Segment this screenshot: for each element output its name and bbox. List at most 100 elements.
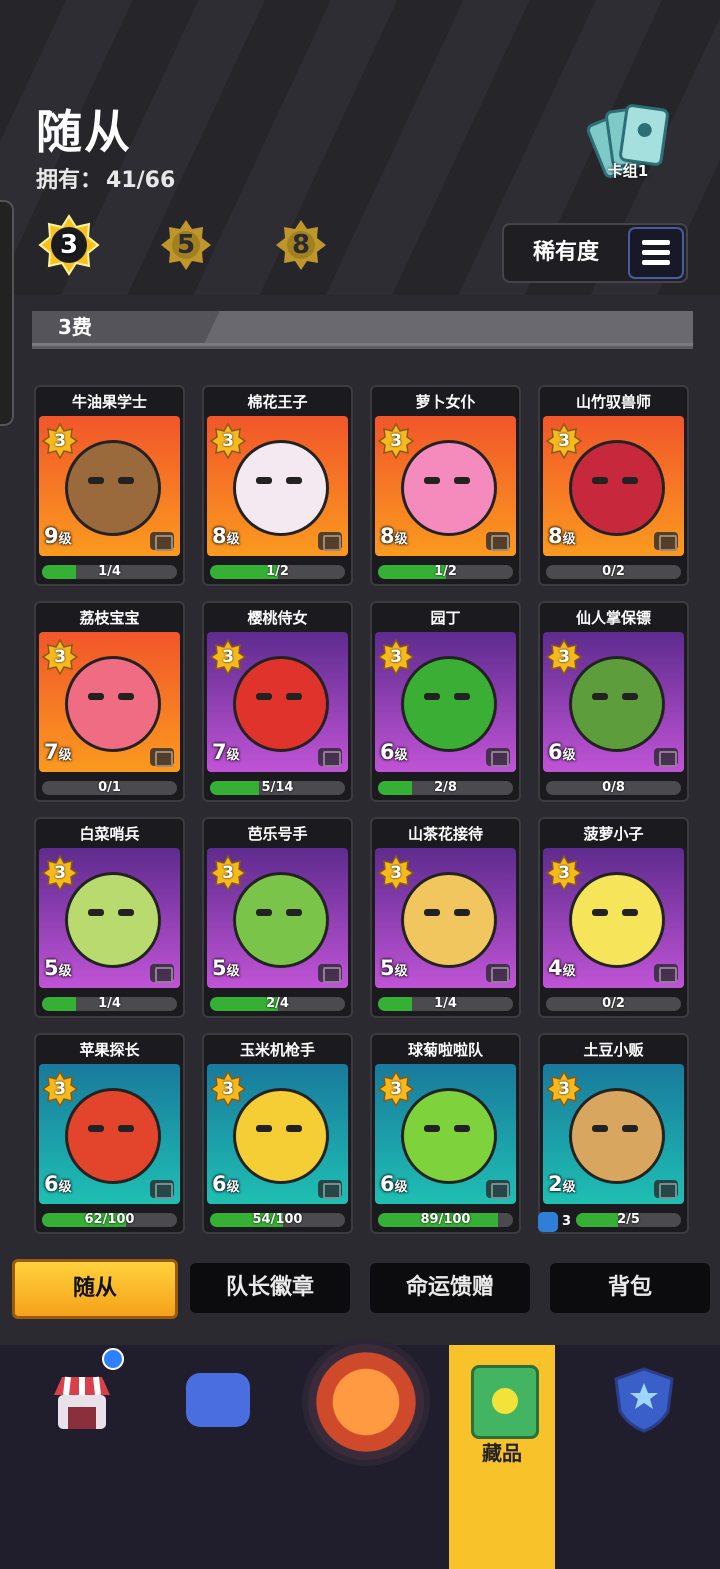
battle-glove-icon[interactable] [302, 1338, 430, 1466]
progress-text: 2/8 [434, 781, 457, 795]
card-name: 山竹驭兽师 [575, 393, 651, 411]
card-cost: 3 [54, 431, 66, 451]
card-stack-icon [318, 1180, 342, 1199]
character-portrait [569, 656, 665, 752]
nav-play[interactable] [148, 1345, 288, 1569]
follower-card[interactable]: 仙人掌保镖 3 6级 0/8 [538, 601, 689, 802]
card-art: 3 5级 [207, 848, 348, 988]
notification-dot [102, 1348, 124, 1370]
duplicate-icon [538, 1212, 558, 1232]
deck-button[interactable]: 卡组1 [584, 100, 670, 184]
section-title: 3费 [58, 315, 92, 339]
tab-backpack[interactable]: 背包 [550, 1263, 710, 1313]
card-art: 3 7级 [207, 632, 348, 772]
card-name: 牛油果学士 [71, 393, 147, 411]
progress-text: 1/4 [434, 997, 457, 1011]
follower-card[interactable]: 白菜哨兵 3 5级 1/4 [34, 817, 185, 1018]
follower-card[interactable]: 菠萝小子 3 4级 0/2 [538, 817, 689, 1018]
progress-text: 1/2 [434, 565, 457, 579]
follower-card[interactable]: 樱桃侍女 3 7级 5/14 [202, 601, 353, 802]
cost-star-icon: 3 [377, 638, 415, 676]
owned-count: 拥有： 41/66 [36, 162, 175, 194]
card-level: 6级 [548, 740, 576, 764]
card-level: 2级 [548, 1172, 576, 1196]
follower-card[interactable]: 球菊啦啦队 3 6级 89/100 [370, 1033, 521, 1234]
cost-star-icon: 3 [377, 1070, 415, 1108]
card-cost: 3 [390, 647, 402, 667]
follower-card[interactable]: 苹果探长 3 6级 62/100 [34, 1033, 185, 1234]
cost-filter-5[interactable]: 5 [155, 214, 217, 276]
section-divider [32, 346, 693, 349]
card-name: 荔枝宝宝 [79, 609, 140, 627]
card-progress-bar: 0/2 [546, 997, 681, 1011]
side-drawer-handle[interactable] [0, 200, 14, 426]
card-name: 山茶花接待 [407, 825, 483, 843]
cost-star-icon: 3 [545, 638, 583, 676]
follower-card[interactable]: 芭乐号手 3 5级 2/4 [202, 817, 353, 1018]
card-level: 6级 [212, 1172, 240, 1196]
cost-filter-label: 8 [291, 230, 311, 260]
card-progress-bar: 1/4 [42, 997, 177, 1011]
card-level: 5级 [380, 956, 408, 980]
card-stack-icon [318, 748, 342, 767]
card-art: 3 4级 [543, 848, 684, 988]
character-portrait [233, 872, 329, 968]
card-art: 3 6级 [375, 1064, 516, 1204]
card-name: 玉米机枪手 [239, 1041, 315, 1059]
collection-book-icon [471, 1365, 539, 1439]
follower-card[interactable]: 土豆小贩 3 2级 3 2/5 [538, 1033, 689, 1234]
card-art: 3 9级 [39, 416, 180, 556]
progress-text: 2/5 [617, 1213, 640, 1227]
tab-followers[interactable]: 随从 [12, 1259, 178, 1319]
nav-collection[interactable]: 藏品 [449, 1345, 555, 1569]
card-art: 3 6级 [39, 1064, 180, 1204]
tab-captain-badge[interactable]: 队长徽章 [190, 1263, 350, 1313]
card-cost: 3 [54, 1079, 66, 1099]
card-art: 3 5级 [375, 848, 516, 988]
tab-fate-gift[interactable]: 命运馈赠 [370, 1263, 530, 1313]
cost-star-icon: 3 [377, 854, 415, 892]
card-art: 3 6级 [543, 632, 684, 772]
nav-shop[interactable] [6, 1345, 146, 1569]
follower-card[interactable]: 玉米机枪手 3 6级 54/100 [202, 1033, 353, 1234]
progress-text: 54/100 [252, 1213, 303, 1227]
follower-card[interactable]: 萝卜女仆 3 8级 1/2 [370, 385, 521, 586]
card-cost: 3 [222, 1079, 234, 1099]
follower-card[interactable]: 牛油果学士 3 9级 1/4 [34, 385, 185, 586]
card-name: 萝卜女仆 [415, 393, 476, 411]
follower-card[interactable]: 棉花王子 3 8级 1/2 [202, 385, 353, 586]
cost-star-icon: 3 [41, 854, 79, 892]
section-header: 3费 [32, 311, 693, 346]
card-name: 土豆小贩 [583, 1041, 644, 1059]
follower-card[interactable]: 山茶花接待 3 5级 1/4 [370, 817, 521, 1018]
sort-label: 稀有度 [532, 240, 599, 265]
card-art: 3 8级 [543, 416, 684, 556]
card-level: 8级 [548, 524, 576, 548]
card-stack-icon [318, 964, 342, 983]
follower-card[interactable]: 园丁 3 6级 2/8 [370, 601, 521, 802]
card-art: 3 6级 [207, 1064, 348, 1204]
progress-text: 0/2 [602, 997, 625, 1011]
sort-dropdown[interactable]: 稀有度 [502, 223, 688, 283]
progress-text: 1/4 [98, 565, 121, 579]
card-stack-icon [150, 748, 174, 767]
duplicate-count: 3 [562, 1214, 572, 1229]
card-cost: 3 [222, 863, 234, 883]
cost-star-icon: 3 [209, 422, 247, 460]
card-art: 3 5级 [39, 848, 180, 988]
card-progress-bar: 0/8 [546, 781, 681, 795]
card-progress-bar: 5/14 [210, 781, 345, 795]
card-name: 园丁 [430, 609, 461, 627]
list-icon[interactable] [628, 227, 684, 279]
cost-star-icon: 3 [209, 638, 247, 676]
character-portrait [569, 872, 665, 968]
cost-filter-3[interactable]: 3 [38, 214, 100, 276]
follower-card[interactable]: 荔枝宝宝 3 7级 0/1 [34, 601, 185, 802]
card-progress-bar: 0/2 [546, 565, 681, 579]
card-progress-bar: 2/5 [576, 1213, 681, 1227]
follower-card[interactable]: 山竹驭兽师 3 8级 0/2 [538, 385, 689, 586]
nav-rank[interactable] [574, 1345, 714, 1569]
cost-star-icon: 3 [209, 1070, 247, 1108]
cost-filter-8[interactable]: 8 [270, 214, 332, 276]
card-progress-bar: 54/100 [210, 1213, 345, 1227]
